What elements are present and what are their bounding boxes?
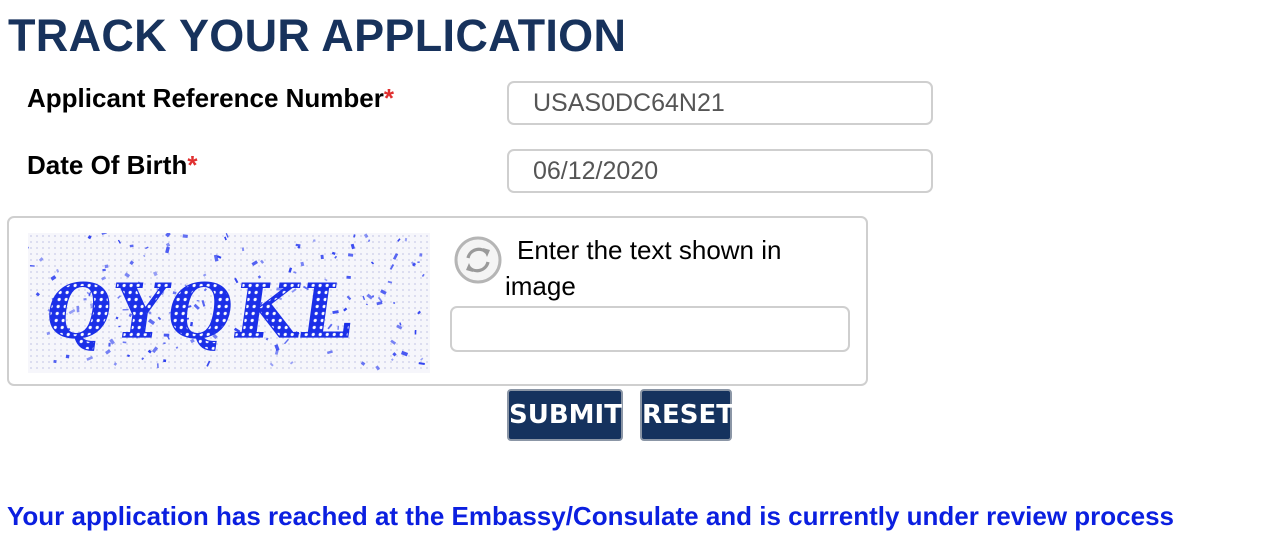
status-message: Your application has reached at the Emba… xyxy=(7,501,1175,531)
page-title: TRACK YOUR APPLICATION xyxy=(8,10,627,61)
reference-number-label: Applicant Reference Number* xyxy=(27,82,394,114)
date-of-birth-input[interactable] xyxy=(507,149,933,193)
captcha-image: QYQKL xyxy=(28,233,430,373)
reference-number-input[interactable] xyxy=(507,81,933,125)
captcha-image-text: QYQKL xyxy=(41,267,361,355)
reference-number-label-text: Applicant Reference Number xyxy=(27,83,384,113)
track-application-page: TRACK YOUR APPLICATION Applicant Referen… xyxy=(0,0,1278,546)
captcha-prompt: Enter the text shown in image xyxy=(505,235,782,301)
captcha-input[interactable] xyxy=(450,306,850,352)
reset-button[interactable]: RESET xyxy=(640,389,734,441)
refresh-captcha-icon[interactable] xyxy=(453,235,503,285)
required-marker: * xyxy=(187,150,198,180)
captcha-panel: QYQKL Enter the text shown in image xyxy=(7,216,868,386)
submit-button[interactable]: SUBMIT xyxy=(507,389,623,441)
date-of-birth-label-text: Date Of Birth xyxy=(27,150,188,180)
required-marker: * xyxy=(383,83,394,113)
date-of-birth-label: Date Of Birth* xyxy=(27,149,197,181)
